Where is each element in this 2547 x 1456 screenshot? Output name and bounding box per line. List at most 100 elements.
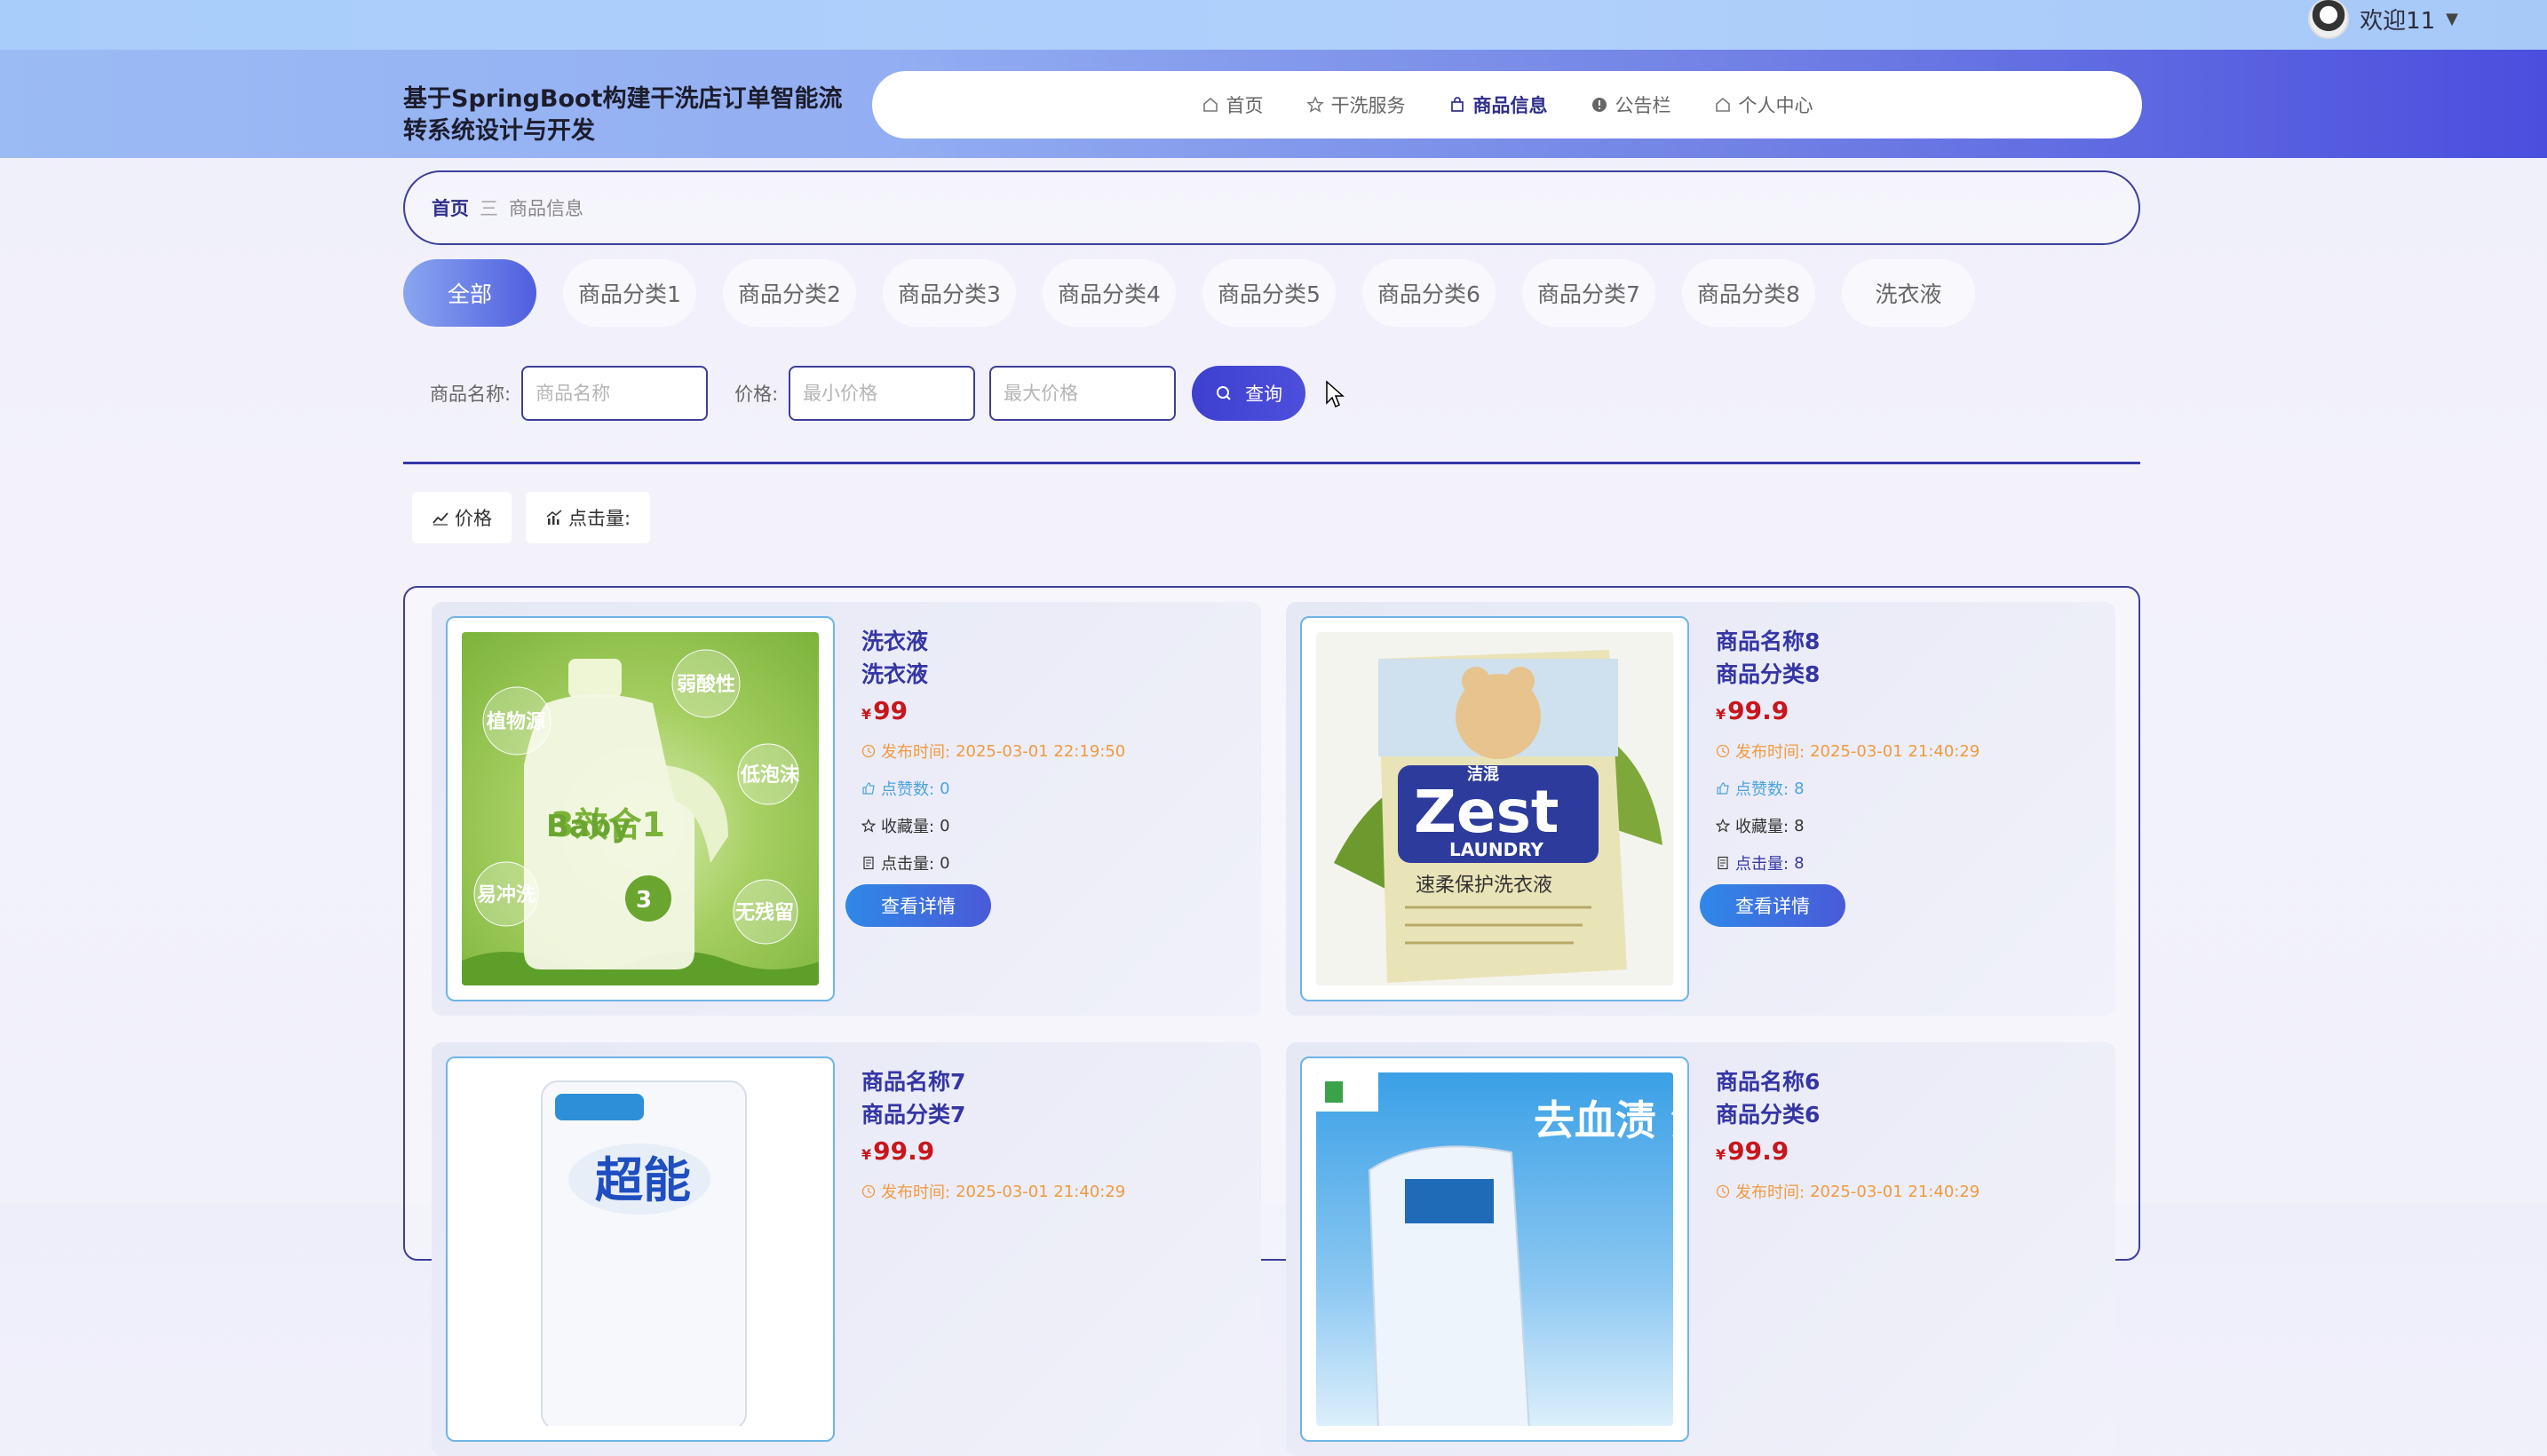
avatar[interactable] (2308, 0, 2350, 39)
product-image[interactable]: Zest LAUNDRY 洁混 速柔保护洗衣液 (1316, 632, 1673, 985)
nav-item-products[interactable]: 商品信息 (1448, 91, 1548, 118)
product-image[interactable]: 超能 (462, 1072, 819, 1426)
nav-label: 首页 (1226, 95, 1264, 116)
time-value: 2025-03-01 21:40:29 (1810, 1182, 1980, 1201)
chart-icon (546, 510, 562, 525)
image-brand-text: 去血渍 洗衣 (1534, 1096, 1673, 1144)
bubble-label: 植物源 (487, 710, 545, 733)
user-greeting[interactable]: 欢迎11 (2360, 3, 2435, 36)
clicks-label: 点击量: (1735, 855, 1789, 874)
favorites: 收藏量: 0 (861, 814, 1234, 837)
clicks: 点击量: 8 (1716, 851, 2089, 874)
bubble-label: 弱酸性 (677, 674, 735, 696)
category-tab-all[interactable]: 全部 (403, 259, 536, 327)
likes: 点赞数: 0 (861, 777, 1234, 800)
product-info: 商品名称6 商品分类6 ¥99.9 发布时间: 2025-03-01 21:40:… (1716, 1065, 2089, 1203)
breadcrumb: 首页 三 商品信息 (403, 170, 2140, 245)
home-icon (1715, 97, 1730, 112)
publish-time: 发布时间: 2025-03-01 21:40:29 (1716, 740, 2089, 763)
favs-value: 0 (940, 816, 950, 835)
max-price-input[interactable] (989, 366, 1177, 421)
product-image[interactable]: 3效合1 Baby 3 植物源 弱酸性 低泡沫 易冲洗 无残留 (462, 632, 819, 985)
product-category: 洗衣液 (861, 661, 929, 687)
top-bar: 欢迎11 ▼ (0, 0, 2547, 50)
nav-item-notice[interactable]: 公告栏 (1591, 91, 1671, 118)
sort-price-label: 价格 (455, 508, 492, 529)
image-brand-text: Baby (546, 809, 631, 844)
product-info: 商品名称8 商品分类8 ¥99.9 发布时间: 2025-03-01 21:40:… (1716, 625, 2089, 874)
header: 基于SpringBoot构建干洗店订单智能流转系统设计与开发 首页 干洗服务 商… (0, 50, 2547, 158)
nav-label: 个人中心 (1738, 95, 1813, 116)
product-name[interactable]: 商品名称7 (861, 1065, 1234, 1098)
publish-time: 发布时间: 2025-03-01 21:40:29 (1716, 1180, 2089, 1203)
product-list: 3效合1 Baby 3 植物源 弱酸性 低泡沫 易冲洗 无残留 洗衣液 洗衣液 … (403, 586, 2140, 1456)
user-menu[interactable]: 欢迎11 ▼ (2308, 0, 2458, 39)
caret-down-icon[interactable]: ▼ (2446, 10, 2458, 28)
bubble-label: 低泡沫 (740, 764, 800, 787)
category-tab[interactable]: 商品分类8 (1682, 259, 1815, 327)
likes-value: 0 (940, 779, 950, 798)
time-label: 发布时间: (881, 743, 951, 762)
product-name[interactable]: 商品名称6 (1716, 1065, 2089, 1098)
product-info: 商品名称7 商品分类7 ¥99.9 发布时间: 2025-03-01 21:40:… (861, 1065, 1234, 1203)
nav-item-services[interactable]: 干洗服务 (1305, 91, 1406, 118)
product-name[interactable]: 商品名称8 (1716, 625, 2089, 658)
laundry-pack-image: 去血渍 洗衣 (1316, 1072, 1673, 1426)
product-image-frame[interactable]: 去血渍 洗衣 (1300, 1056, 1689, 1442)
view-detail-button[interactable]: 查看详情 (845, 884, 991, 927)
product-name-input[interactable] (521, 366, 709, 421)
name-label: 商品名称: (430, 384, 512, 405)
publish-time: 发布时间: 2025-03-01 21:40:29 (861, 1180, 1234, 1203)
nav-item-home[interactable]: 首页 (1202, 91, 1264, 118)
favorites: 收藏量: 8 (1716, 814, 2089, 837)
sort-by-clicks-button[interactable]: 点击量: (526, 492, 651, 543)
product-name[interactable]: 洗衣液 (861, 625, 1234, 658)
search-button[interactable]: 查询 (1192, 366, 1306, 421)
category-tab[interactable]: 商品分类4 (1043, 259, 1176, 327)
time-value: 2025-03-01 21:40:29 (956, 1182, 1126, 1201)
product-image-frame[interactable]: Zest LAUNDRY 洁混 速柔保护洗衣液 (1300, 616, 1689, 1001)
sort-by-price-button[interactable]: 价格 (412, 492, 512, 543)
thumbs-up-icon (1717, 782, 1729, 795)
time-value: 2025-03-01 21:40:29 (1810, 741, 1980, 761)
category-tabs: 全部 商品分类1 商品分类2 商品分类3 商品分类4 商品分类5 商品分类6 商… (403, 259, 1975, 327)
product-price: ¥99.9 (861, 1136, 1234, 1166)
time-label: 发布时间: (1735, 743, 1805, 762)
thumbs-up-icon (862, 782, 875, 795)
nav-label: 商品信息 (1472, 95, 1548, 116)
min-price-input[interactable] (789, 366, 976, 421)
favs-label: 收藏量: (881, 818, 935, 836)
clock-icon (1716, 1184, 1730, 1199)
bubble-label: 易冲洗 (477, 884, 536, 906)
product-price: ¥99 (861, 696, 1234, 725)
nav-label: 公告栏 (1615, 95, 1671, 116)
category-tab[interactable]: 商品分类2 (723, 259, 856, 327)
detergent-bag-image: Zest LAUNDRY 洁混 速柔保护洗衣液 (1334, 650, 1662, 983)
site-title: 基于SpringBoot构建干洗店订单智能流转系统设计与开发 (403, 85, 843, 145)
view-detail-button[interactable]: 查看详情 (1700, 884, 1845, 927)
category-tab[interactable]: 商品分类1 (563, 259, 696, 327)
nav-item-profile[interactable]: 个人中心 (1714, 91, 1813, 118)
category-tab[interactable]: 商品分类7 (1522, 259, 1655, 327)
image-product-cn: 速柔保护洗衣液 (1416, 874, 1552, 897)
product-info: 洗衣液 洗衣液 ¥99 发布时间: 2025-03-01 22:19:50 点赞数… (861, 625, 1234, 874)
price-value: 99.9 (1727, 696, 1789, 725)
product-image-frame[interactable]: 超能 (446, 1056, 835, 1442)
image-brand-cn: 洁混 (1467, 764, 1499, 784)
product-card: 超能 商品名称7 商品分类7 ¥99.9 发布时间: 2025-03-01 21:… (432, 1042, 1261, 1456)
clock-icon (1716, 744, 1730, 758)
product-image[interactable]: 去血渍 洗衣 (1316, 1072, 1673, 1426)
currency-symbol: ¥ (1716, 1146, 1726, 1163)
search-bar: 商品名称: 价格: 查询 (403, 364, 1380, 423)
category-tab[interactable]: 商品分类6 (1362, 259, 1496, 327)
price-value: 99 (873, 696, 909, 725)
product-image-frame[interactable]: 3效合1 Baby 3 植物源 弱酸性 低泡沫 易冲洗 无残留 (446, 616, 835, 1001)
likes-label: 点赞数: (1735, 780, 1789, 799)
likes-value: 8 (1794, 779, 1805, 798)
category-tab[interactable]: 商品分类3 (883, 259, 1016, 327)
breadcrumb-home[interactable]: 首页 (432, 194, 469, 221)
category-tab[interactable]: 商品分类5 (1202, 259, 1336, 327)
likes: 点赞数: 8 (1716, 777, 2089, 800)
time-value: 2025-03-01 22:19:50 (956, 741, 1126, 761)
category-tab[interactable]: 洗衣液 (1842, 259, 1975, 327)
